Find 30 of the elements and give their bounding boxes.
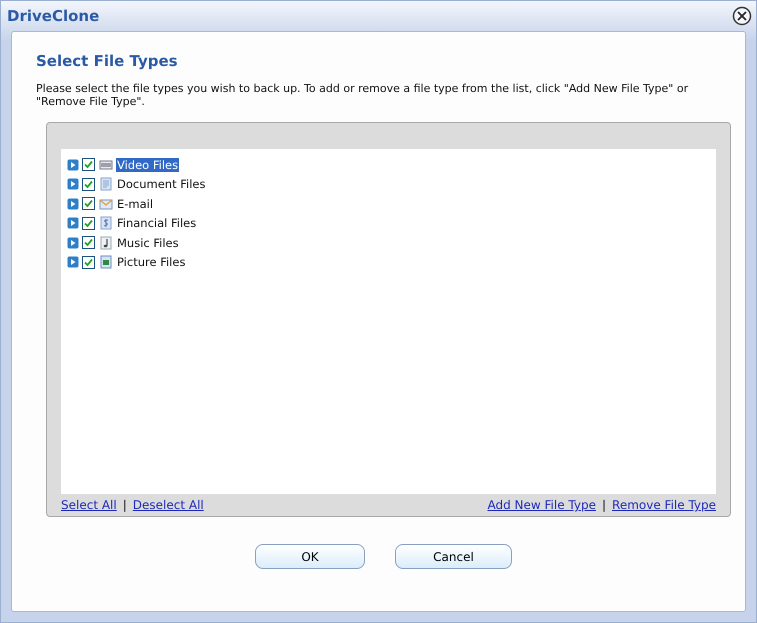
window-title: DriveClone (7, 7, 100, 25)
file-type-label[interactable]: E-mail (116, 196, 154, 211)
text-link[interactable]: Deselect All (132, 498, 204, 512)
checkbox[interactable] (82, 178, 95, 191)
music-note-icon (99, 236, 113, 250)
close-icon[interactable] (732, 6, 752, 26)
dialog-heading: Select File Types (36, 52, 179, 70)
checkbox[interactable] (82, 197, 95, 210)
instruction-text: Please select the file types you wish to back up. To add or remove a file type from the list, click "Add New File Type" or "Remove File Type". (36, 82, 690, 108)
dollar-document-icon (99, 216, 113, 230)
image-icon (99, 255, 113, 270)
file-type-label[interactable]: Video Files (116, 158, 180, 172)
file-type-label[interactable]: Picture Files (116, 255, 186, 270)
text-link[interactable]: Add New File Type (487, 498, 596, 512)
ok-button[interactable]: OK (255, 544, 365, 569)
checkbox[interactable] (82, 256, 95, 269)
checkbox[interactable] (82, 158, 95, 172)
document-icon (99, 177, 113, 192)
file-type-label[interactable]: Music Files (116, 236, 180, 250)
checkbox[interactable] (82, 236, 95, 250)
link-separator: | (602, 498, 606, 512)
link-separator: | (122, 498, 127, 512)
cancel-button[interactable]: Cancel (395, 544, 512, 569)
checkbox[interactable] (82, 216, 95, 230)
file-type-label[interactable]: Financial Files (116, 216, 198, 230)
file-type-label[interactable]: Document Files (116, 177, 206, 192)
text-link[interactable]: Select All (61, 498, 117, 512)
film-icon (99, 158, 113, 172)
envelope-icon (99, 196, 113, 211)
text-link[interactable]: Remove File Type (612, 498, 716, 512)
